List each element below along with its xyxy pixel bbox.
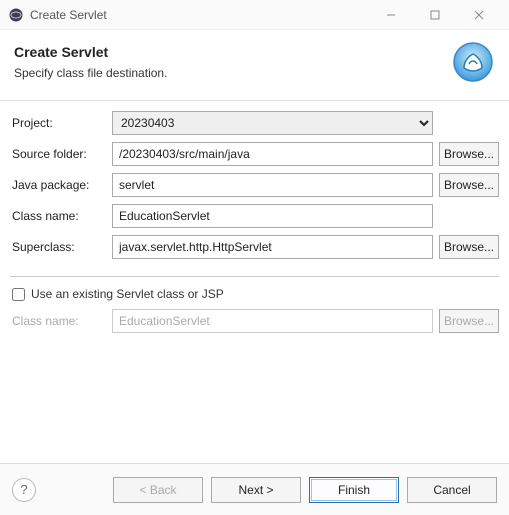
window-title: Create Servlet — [30, 8, 107, 22]
use-existing-row: Use an existing Servlet class or JSP — [0, 285, 509, 309]
cancel-button[interactable]: Cancel — [407, 477, 497, 503]
help-icon: ? — [20, 482, 27, 497]
minimize-button[interactable] — [369, 0, 413, 30]
back-button: < Back — [113, 477, 203, 503]
finish-button[interactable]: Finish — [309, 477, 399, 503]
project-label: Project: — [10, 116, 106, 130]
superclass-label: Superclass: — [10, 240, 106, 254]
browse-package-button[interactable]: Browse... — [439, 173, 499, 197]
wizard-banner: Create Servlet Specify class file destin… — [0, 30, 509, 101]
browse-existing-class-button: Browse... — [439, 309, 499, 333]
source-folder-label: Source folder: — [10, 147, 106, 161]
source-folder-input[interactable] — [112, 142, 433, 166]
next-button[interactable]: Next > — [211, 477, 301, 503]
existing-class-name-label: Class name: — [10, 314, 106, 328]
form-area: Project: 20230403 Source folder: Browse.… — [0, 101, 509, 270]
use-existing-label: Use an existing Servlet class or JSP — [31, 287, 224, 301]
banner-title: Create Servlet — [14, 44, 451, 60]
help-button[interactable]: ? — [12, 478, 36, 502]
class-name-label: Class name: — [10, 209, 106, 223]
servlet-wizard-icon — [451, 40, 495, 84]
banner-subtitle: Specify class file destination. — [14, 66, 451, 80]
project-select[interactable]: 20230403 — [112, 111, 433, 135]
browse-source-folder-button[interactable]: Browse... — [439, 142, 499, 166]
class-name-input[interactable] — [112, 204, 433, 228]
titlebar: Create Servlet — [0, 0, 509, 30]
separator — [10, 276, 499, 277]
existing-class-name-input — [112, 309, 433, 333]
wizard-footer: ? < Back Next > Finish Cancel — [0, 463, 509, 515]
java-package-label: Java package: — [10, 178, 106, 192]
eclipse-icon — [8, 7, 24, 23]
use-existing-checkbox[interactable] — [12, 288, 25, 301]
browse-superclass-button[interactable]: Browse... — [439, 235, 499, 259]
maximize-button[interactable] — [413, 0, 457, 30]
superclass-input[interactable] — [112, 235, 433, 259]
close-button[interactable] — [457, 0, 501, 30]
java-package-input[interactable] — [112, 173, 433, 197]
